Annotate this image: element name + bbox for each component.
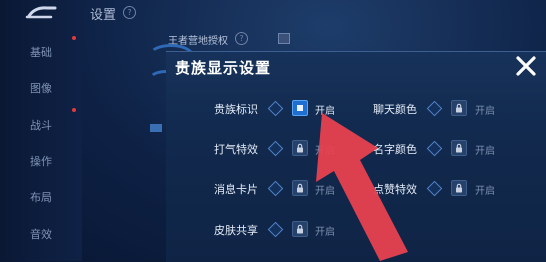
background-chip bbox=[150, 124, 162, 132]
cheer-effect-checkbox[interactable] bbox=[292, 140, 308, 156]
help-icon[interactable]: ? bbox=[235, 32, 248, 45]
sidebar-notification-dot bbox=[72, 36, 76, 40]
sidebar-item-graphics[interactable]: 图像 bbox=[0, 82, 82, 96]
setting-label-message-card: 消息卡片 bbox=[214, 183, 258, 196]
skin-share-state: 开启 bbox=[315, 227, 335, 238]
name-color-state: 开启 bbox=[475, 146, 495, 157]
message-card-state: 开启 bbox=[315, 186, 335, 197]
sidebar: 基础 图像 战斗 操作 布局 音效 bbox=[0, 0, 82, 261]
lock-icon bbox=[456, 143, 462, 153]
lock-icon bbox=[456, 183, 462, 193]
setting-label-noble-badge: 贵族标识 bbox=[214, 103, 258, 116]
lock-icon bbox=[297, 224, 303, 234]
noble-badge-checkbox[interactable] bbox=[292, 100, 308, 116]
chat-color-state: 开启 bbox=[475, 106, 495, 117]
setting-label-cheer-effect: 打气特效 bbox=[214, 143, 258, 156]
setting-label-chat-color: 聊天颜色 bbox=[373, 103, 417, 116]
sidebar-item-sound[interactable]: 音效 bbox=[0, 228, 82, 242]
help-icon[interactable]: ? bbox=[123, 6, 136, 19]
like-effect-checkbox[interactable] bbox=[451, 180, 467, 196]
skin-share-checkbox[interactable] bbox=[292, 221, 308, 237]
message-card-checkbox[interactable] bbox=[292, 180, 308, 196]
name-color-checkbox[interactable] bbox=[451, 140, 467, 156]
sidebar-item-layout[interactable]: 布局 bbox=[0, 191, 82, 205]
lock-icon bbox=[297, 183, 303, 193]
dialog-title: 贵族显示设置 bbox=[175, 59, 272, 77]
lock-icon bbox=[297, 143, 303, 153]
back-icon[interactable] bbox=[25, 4, 59, 22]
close-icon[interactable] bbox=[515, 55, 537, 77]
setting-label-name-color: 名字颜色 bbox=[373, 143, 417, 156]
chat-color-checkbox[interactable] bbox=[451, 100, 467, 116]
lock-icon bbox=[456, 103, 462, 113]
camp-auth-checkbox[interactable] bbox=[278, 33, 290, 44]
page-title: 设置 bbox=[90, 8, 117, 23]
sidebar-notification-dot bbox=[72, 108, 76, 112]
setting-label-skin-share: 皮肤共享 bbox=[214, 224, 258, 237]
sidebar-item-controls[interactable]: 操作 bbox=[0, 155, 82, 169]
cheer-effect-state: 开启 bbox=[315, 146, 335, 157]
setting-label-like-effect: 点赞特效 bbox=[373, 183, 417, 196]
sidebar-item-battle[interactable]: 战斗 bbox=[0, 119, 82, 133]
sidebar-item-basic[interactable]: 基础 bbox=[0, 46, 82, 60]
like-effect-state: 开启 bbox=[475, 186, 495, 197]
noble-badge-state: 开启 bbox=[315, 106, 335, 117]
